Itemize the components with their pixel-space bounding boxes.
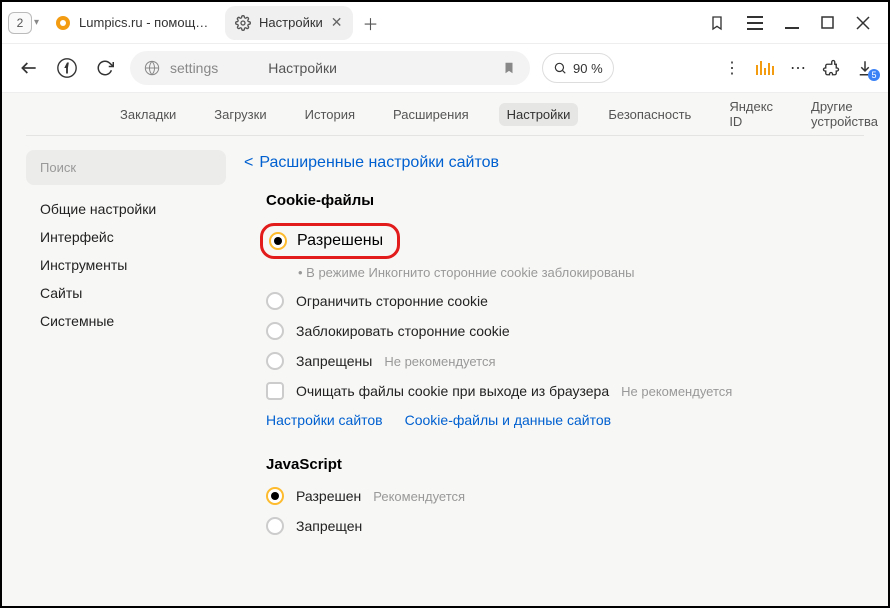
bookmark-icon[interactable] xyxy=(502,61,516,75)
nav-bookmarks[interactable]: Закладки xyxy=(112,103,184,126)
link-site-settings[interactable]: Настройки сайтов xyxy=(266,412,383,428)
option-js-allow[interactable]: Разрешен Рекомендуется xyxy=(266,487,852,505)
back-button[interactable] xyxy=(16,55,42,81)
nav-other-devices[interactable]: Другие устройства xyxy=(803,95,888,133)
more-vert-icon[interactable]: ⋮ xyxy=(724,58,740,78)
close-window-icon[interactable] xyxy=(856,16,870,30)
downloads-icon[interactable] xyxy=(856,59,874,77)
orange-bars-icon[interactable] xyxy=(756,61,774,75)
option-cookies-deny[interactable]: Запрещены Не рекомендуется xyxy=(266,352,852,370)
title-bar: 2 ▾ Lumpics.ru - помощь с ком Настройки … xyxy=(2,2,888,44)
radio-icon[interactable] xyxy=(266,352,284,370)
settings-sidebar: Поиск Общие настройки Интерфейс Инструме… xyxy=(26,150,226,606)
option-block-3rd-party[interactable]: Заблокировать сторонние cookie xyxy=(266,322,852,340)
search-input[interactable]: Поиск xyxy=(26,150,226,185)
nav-security[interactable]: Безопасность xyxy=(600,103,699,126)
highlighted-option: Разрешены xyxy=(260,223,400,259)
nav-yandex-id[interactable]: Яндекс ID xyxy=(721,95,781,133)
bookmark-ribbon-icon[interactable] xyxy=(709,15,725,31)
content-area: Поиск Общие настройки Интерфейс Инструме… xyxy=(2,136,888,606)
sidebar-item-tools[interactable]: Инструменты xyxy=(40,257,212,273)
section-javascript: JavaScript Разрешен Рекомендуется Запрещ… xyxy=(266,456,852,535)
sidebar-item-sites[interactable]: Сайты xyxy=(40,285,212,301)
radio-cookies-allow[interactable] xyxy=(269,232,287,250)
section-cookies: Cookie-файлы Разрешены • В режиме Инкогн… xyxy=(266,192,852,428)
chevron-left-icon: < xyxy=(244,154,253,171)
tab-counter[interactable]: 2 ▾ xyxy=(8,12,39,34)
page-title-in-bar: Настройки xyxy=(268,60,337,76)
nav-extensions[interactable]: Расширения xyxy=(385,103,477,126)
main-panel: <Расширенные настройки сайтов Cookie-фай… xyxy=(244,150,864,606)
tab-count-number: 2 xyxy=(17,16,24,30)
link-cookie-data[interactable]: Cookie-файлы и данные сайтов xyxy=(405,412,611,428)
cookies-allow-subhint: • В режиме Инкогнито сторонние cookie за… xyxy=(298,265,852,280)
chevron-down-icon: ▾ xyxy=(34,17,39,28)
radio-icon[interactable] xyxy=(266,517,284,535)
zoom-indicator[interactable]: 90 % xyxy=(542,53,614,83)
gear-icon xyxy=(235,15,251,31)
breadcrumb[interactable]: <Расширенные настройки сайтов xyxy=(244,150,852,172)
radio-icon[interactable] xyxy=(266,487,284,505)
cookies-links: Настройки сайтов Cookie-файлы и данные с… xyxy=(266,412,852,428)
radio-icon[interactable] xyxy=(266,292,284,310)
globe-icon xyxy=(144,60,160,76)
nav-downloads[interactable]: Загрузки xyxy=(206,103,274,126)
option-js-deny[interactable]: Запрещен xyxy=(266,517,852,535)
section-javascript-title: JavaScript xyxy=(266,456,852,473)
subnav-wrap: Закладки Загрузки История Расширения Нас… xyxy=(2,92,888,136)
settings-top-nav: Закладки Загрузки История Расширения Нас… xyxy=(2,93,888,135)
option-limit-3rd-party[interactable]: Ограничить сторонние cookie xyxy=(266,292,852,310)
address-bar-row: settings Настройки 90 % ⋮ ⋯ xyxy=(2,44,888,92)
radio-icon[interactable] xyxy=(266,322,284,340)
more-horiz-icon[interactable]: ⋯ xyxy=(790,58,806,78)
minimize-icon[interactable] xyxy=(785,16,799,30)
lumpics-favicon xyxy=(55,15,71,31)
tab-settings[interactable]: Настройки ✕ xyxy=(225,6,352,40)
reload-button[interactable] xyxy=(92,55,118,81)
section-cookies-title: Cookie-файлы xyxy=(266,192,852,209)
checkbox-icon[interactable] xyxy=(266,382,284,400)
tab-lumpics[interactable]: Lumpics.ru - помощь с ком xyxy=(45,6,219,40)
extensions-icon[interactable] xyxy=(822,59,840,77)
yandex-logo-icon[interactable] xyxy=(54,55,80,81)
new-tab-button[interactable]: ＋ xyxy=(359,11,383,35)
menu-icon[interactable] xyxy=(747,16,763,30)
sidebar-item-interface[interactable]: Интерфейс xyxy=(40,229,212,245)
sidebar-item-system[interactable]: Системные xyxy=(40,313,212,329)
tab-label: Настройки xyxy=(259,15,323,30)
maximize-icon[interactable] xyxy=(821,16,834,29)
url-text: settings xyxy=(170,60,218,76)
close-tab-icon[interactable]: ✕ xyxy=(331,14,343,31)
window-controls xyxy=(709,15,882,31)
option-clear-on-exit[interactable]: Очищать файлы cookie при выходе из брауз… xyxy=(266,382,852,400)
nav-history[interactable]: История xyxy=(297,103,363,126)
nav-settings[interactable]: Настройки xyxy=(499,103,579,126)
tab-label: Lumpics.ru - помощь с ком xyxy=(79,15,209,30)
sidebar-item-general[interactable]: Общие настройки xyxy=(40,201,212,217)
radio-cookies-allow-label: Разрешены xyxy=(297,232,383,250)
address-bar[interactable]: settings Настройки xyxy=(130,51,530,85)
browser-window: 2 ▾ Lumpics.ru - помощь с ком Настройки … xyxy=(0,0,890,608)
zoom-value: 90 % xyxy=(573,61,603,76)
